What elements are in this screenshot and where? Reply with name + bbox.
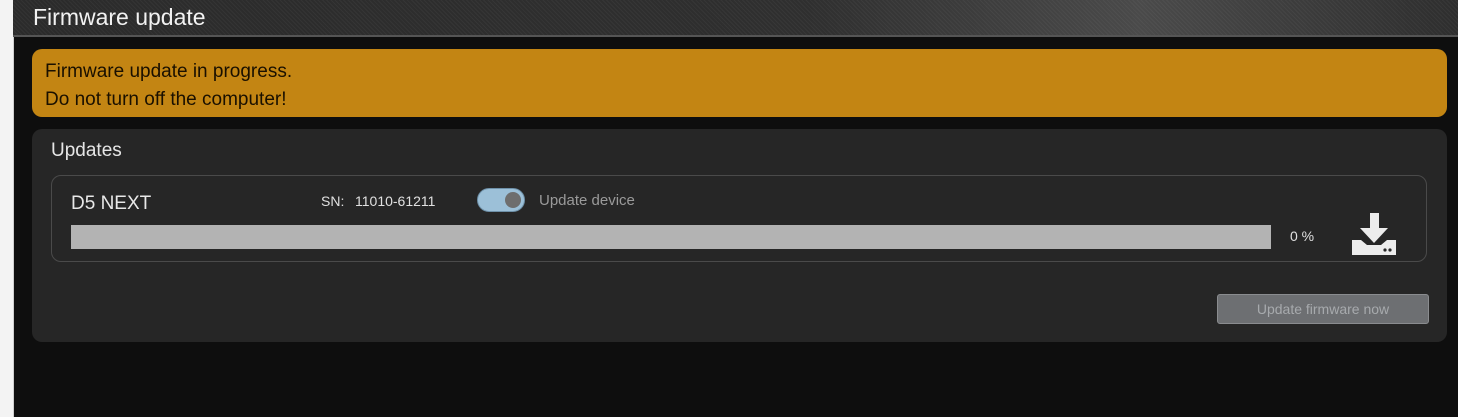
updates-panel: Updates D5 NEXT SN: 11010-61211 Update d… [32,129,1447,342]
update-device-label: Update device [539,192,635,209]
page-title: Firmware update [33,4,206,30]
title-bar: Firmware update [13,0,1458,37]
device-card: D5 NEXT SN: 11010-61211 Update device 0 … [51,175,1427,262]
progress-bar [71,225,1271,249]
left-window-strip [0,0,14,417]
panel-title: Updates [51,140,122,161]
toggle-knob [505,192,521,208]
update-device-toggle[interactable] [477,188,525,212]
progress-percent: 0 % [1290,228,1315,244]
serial-label: SN: [321,193,345,209]
download-icon[interactable] [1351,211,1397,257]
warning-line-1: Firmware update in progress. [45,61,293,82]
serial-number: 11010-61211 [355,193,436,209]
warning-line-2: Do not turn off the computer! [45,89,287,110]
device-name: D5 NEXT [71,193,152,214]
update-firmware-button[interactable]: Update firmware now [1217,294,1429,324]
warning-banner: Firmware update in progress. Do not turn… [32,49,1447,117]
